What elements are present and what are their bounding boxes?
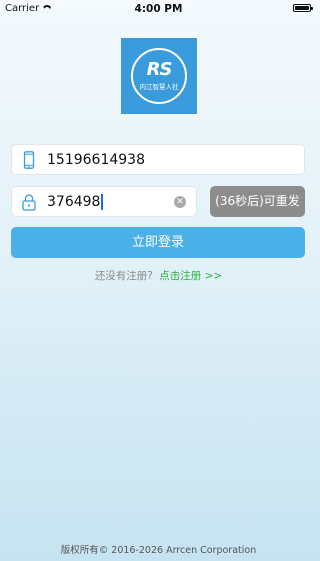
resend-code-button[interactable]: (36秒后)可重发 xyxy=(210,186,305,217)
logo-mark: RS xyxy=(146,59,173,80)
verification-code-field[interactable]: 376498 ✕ xyxy=(11,186,197,217)
status-bar: Carrier 4:00 PM xyxy=(0,0,317,18)
phone-field[interactable]: 15196614938 xyxy=(11,144,305,175)
text-caret xyxy=(101,194,104,210)
clear-icon[interactable]: ✕ xyxy=(174,196,186,208)
phone-input[interactable]: 15196614938 xyxy=(47,152,145,168)
phone-icon xyxy=(23,151,35,169)
login-button[interactable]: 立即登录 xyxy=(11,227,305,258)
copyright-footer: 版权所有© 2016-2026 Arrcen Corporation xyxy=(60,545,257,556)
logo-text: 内江智慧人社 xyxy=(139,83,179,91)
lock-icon xyxy=(22,194,36,211)
register-prompt: 还没有注册? 点击注册 >> xyxy=(0,268,317,283)
logo-emblem: RS 内江智慧人社 xyxy=(131,48,187,104)
verification-code-input[interactable]: 376498 xyxy=(47,194,104,210)
app-logo: RS 内江智慧人社 xyxy=(121,38,197,114)
register-prompt-text: 还没有注册? xyxy=(94,270,153,282)
verification-code-value: 376498 xyxy=(47,194,101,210)
status-time: 4:00 PM xyxy=(134,3,183,15)
register-link[interactable]: 点击注册 >> xyxy=(159,270,222,282)
battery-icon xyxy=(293,4,313,12)
